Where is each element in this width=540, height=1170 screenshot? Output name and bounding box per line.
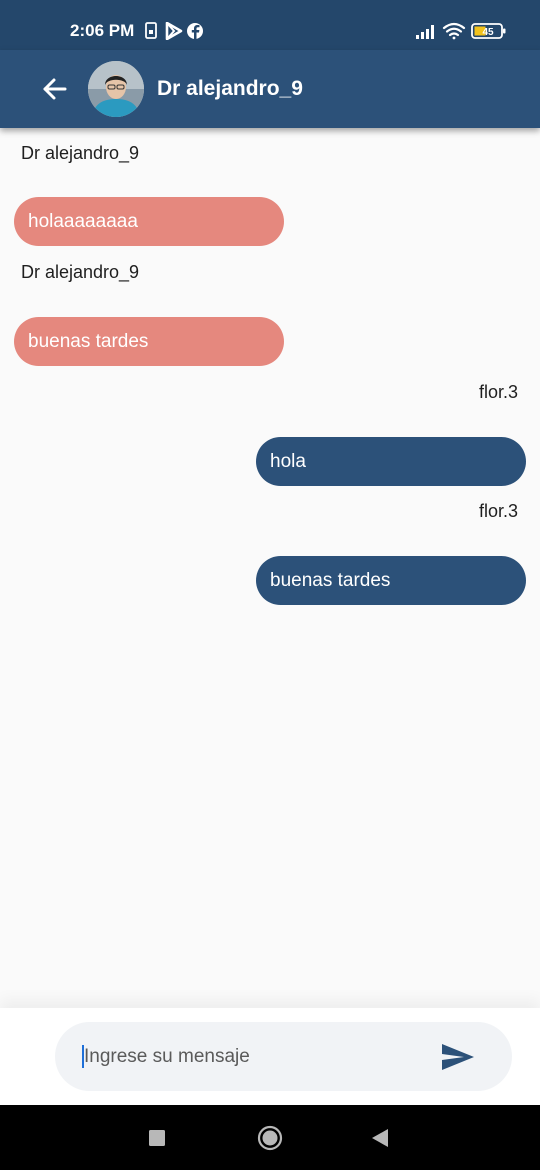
battery-icon: 45 <box>471 23 506 39</box>
send-button[interactable] <box>440 1042 476 1072</box>
message-sender: Dr alejandro_9 <box>21 143 140 163</box>
status-time: 2:06 PM <box>70 21 135 40</box>
avatar-image <box>88 61 144 117</box>
recents-button[interactable] <box>148 1129 166 1147</box>
arrow-left-icon <box>43 78 67 100</box>
send-icon <box>442 1044 474 1070</box>
status-icons-right: 45 <box>416 22 506 40</box>
composer-area <box>0 1008 540 1105</box>
battery-level: 45 <box>482 27 494 38</box>
home-button[interactable] <box>257 1125 283 1151</box>
incoming-message-bubble[interactable]: holaaaaaaaa <box>14 197 284 246</box>
status-bar: 2:06 PM 45 <box>0 0 540 50</box>
back-triangle-icon <box>372 1129 388 1147</box>
sim-icon <box>145 22 157 39</box>
message-input[interactable] <box>84 1022 434 1091</box>
status-icons-left <box>145 22 203 40</box>
message-sender: flor.3 <box>478 382 518 402</box>
system-nav-bar <box>0 1105 540 1170</box>
home-circle-icon <box>257 1125 283 1151</box>
signal-icon <box>416 25 434 39</box>
message-composer <box>55 1022 512 1091</box>
back-button[interactable] <box>38 72 72 106</box>
outgoing-message-bubble[interactable]: hola <box>256 437 526 486</box>
recents-square-icon <box>149 1130 165 1146</box>
contact-avatar[interactable] <box>88 61 144 117</box>
app-bar: Dr alejandro_9 <box>0 50 540 128</box>
message-sender: flor.3 <box>478 501 518 521</box>
facebook-icon <box>187 23 203 39</box>
nav-back-button[interactable] <box>370 1128 390 1148</box>
chat-title: Dr alejandro_9 <box>157 77 303 100</box>
play-store-icon <box>165 22 183 40</box>
wifi-icon <box>442 22 466 40</box>
outgoing-message-bubble[interactable]: buenas tardes <box>256 556 526 605</box>
incoming-message-bubble[interactable]: buenas tardes <box>14 317 284 366</box>
message-sender: Dr alejandro_9 <box>21 262 140 282</box>
